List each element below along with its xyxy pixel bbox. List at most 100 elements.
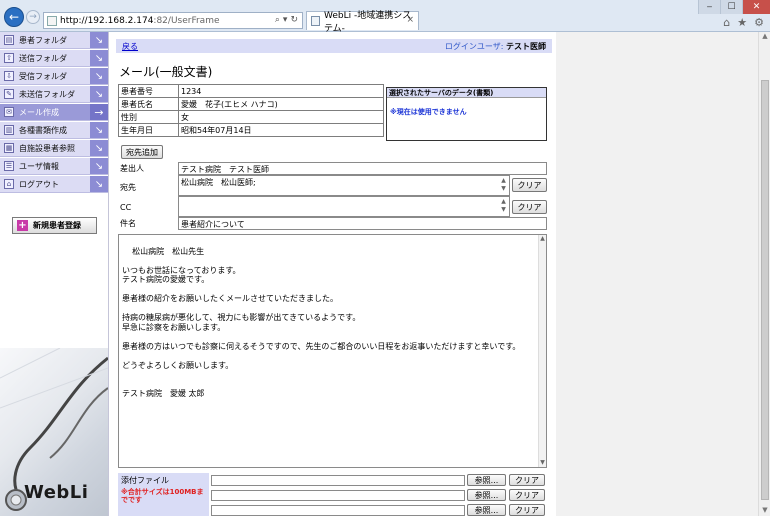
spinner-icon[interactable]: ▲ ▼	[500, 198, 507, 214]
page-scroll-up-icon[interactable]: ▲	[759, 32, 770, 42]
sidebar-item-label: ユーザ情報	[19, 161, 59, 171]
sidebar-item-label: 自施設患者参照	[19, 143, 75, 153]
spinner-icon[interactable]: ▲ ▼	[500, 177, 507, 193]
message-body-textarea[interactable]: 松山病院 松山先生 いつもお世話になっております。 テスト病院の愛媛です。 患者…	[118, 234, 547, 468]
attachments-label-cell: 添付ファイル ※合計サイズは100MBまでです	[118, 473, 209, 516]
attachments-label: 添付ファイル	[121, 476, 169, 485]
subject-field[interactable]: 患者紹介について	[178, 217, 547, 230]
new-patient-button[interactable]: + 新規患者登録	[12, 217, 97, 234]
tab-close-icon[interactable]: ×	[406, 15, 414, 25]
sidebar: ▤ 患者フォルダ ↘ ⇧ 送信フォルダ ↘ ⇩ 受信フォルダ ↘ ✎ 未送信フォ…	[0, 32, 109, 516]
sidebar-item-inbox-folder[interactable]: ⇩ 受信フォルダ ↘	[0, 68, 108, 85]
tab-title: WebLi -地域連携システム-	[323, 11, 412, 34]
arrow-icon: ↘	[90, 50, 108, 66]
right-margin-area	[556, 32, 758, 516]
page-scroll-down-icon[interactable]: ▼	[759, 506, 770, 516]
browser-chrome: ← → http://192.168.2.174:82/UserFrame ⌕ …	[0, 0, 770, 34]
page-scrollbar[interactable]: ▲ ▼	[758, 32, 770, 516]
refresh-icon[interactable]: ↻	[290, 15, 298, 25]
sidebar-item-label: ログアウト	[19, 179, 59, 189]
sidebar-item-user-info[interactable]: ☰ ユーザ情報 ↘	[0, 158, 108, 175]
patient-sex-label: 性別	[118, 110, 179, 124]
header-bar: 戻る ログインユーザ: テスト医師	[116, 39, 552, 53]
chevron-down-icon[interactable]: ▾	[283, 15, 288, 25]
scroll-up-icon[interactable]: ▲	[539, 235, 546, 243]
cc-clear-button[interactable]: クリア	[512, 200, 547, 214]
address-bar[interactable]: http://192.168.2.174:82/UserFrame ⌕ ▾ ↻	[43, 12, 303, 29]
login-user-label: ログインユーザ:	[444, 41, 504, 51]
patient-dob-label: 生年月日	[118, 123, 179, 137]
server-data-message: ※現在は使用できません	[390, 108, 467, 116]
browse-button[interactable]: 参照...	[467, 504, 506, 516]
mail-icon: ✉	[4, 107, 14, 117]
sidebar-item-label: 各種書類作成	[19, 125, 67, 135]
cc-field[interactable]: ▲ ▼	[178, 196, 510, 217]
hospital-icon: ▦	[4, 143, 14, 153]
sidebar-item-label: 受信フォルダ	[19, 71, 67, 81]
sidebar-item-sent-folder[interactable]: ⇧ 送信フォルダ ↘	[0, 50, 108, 67]
stethoscope-image: WebLi	[0, 348, 108, 516]
scroll-down-icon[interactable]: ▼	[539, 459, 546, 467]
browse-button[interactable]: 参照...	[467, 474, 506, 486]
settings-gear-icon[interactable]: ⚙	[754, 16, 764, 29]
attachment-clear-button[interactable]: クリア	[509, 489, 545, 501]
attachment-file-field[interactable]	[211, 505, 465, 516]
message-body-text: 松山病院 松山先生 いつもお世話になっております。 テスト病院の愛媛です。 患者…	[122, 246, 521, 399]
sidebar-item-facility-patients[interactable]: ▦ 自施設患者参照 ↘	[0, 140, 108, 157]
maximize-button[interactable]: ☐	[720, 0, 742, 14]
patient-name-label: 患者氏名	[118, 97, 179, 111]
search-icon[interactable]: ⌕	[275, 15, 280, 25]
browser-tab[interactable]: WebLi -地域連携システム- ×	[306, 11, 419, 34]
attachments-section: 添付ファイル ※合計サイズは100MBまでです 参照... クリア 参照... …	[118, 473, 547, 516]
sidebar-item-label: メール作成	[19, 107, 59, 117]
sidebar-item-logout[interactable]: ⌂ ログアウト ↘	[0, 176, 108, 193]
new-patient-label: 新規患者登録	[33, 221, 81, 230]
add-recipient-button[interactable]: 宛先追加	[121, 145, 163, 159]
attachment-file-field[interactable]	[211, 490, 465, 501]
attachment-clear-button[interactable]: クリア	[509, 474, 545, 486]
back-arrow-icon[interactable]: ←	[4, 7, 24, 27]
home-toolbar-icon[interactable]: ⌂	[723, 16, 730, 29]
body-scrollbar[interactable]: ▲ ▼	[538, 235, 546, 467]
table-row: 患者氏名 愛媛 花子(エヒメ ハナコ)	[118, 97, 384, 111]
to-value: 松山病院 松山医師;	[181, 178, 256, 187]
main-content: 戻る ログインユーザ: テスト医師 メール(一般文書) 患者番号 1234 患者…	[110, 32, 556, 516]
favorites-star-icon[interactable]: ★	[737, 16, 747, 29]
attachment-clear-button[interactable]: クリア	[509, 504, 545, 516]
sender-label: 差出人	[120, 164, 144, 173]
to-clear-button[interactable]: クリア	[512, 178, 547, 192]
minimize-button[interactable]: ‒	[698, 0, 720, 14]
patient-dob-value: 昭和54年07月14日	[178, 123, 384, 137]
url-path: :82/UserFrame	[153, 15, 220, 26]
sidebar-item-compose-mail[interactable]: ✉ メール作成 →	[0, 104, 108, 121]
download-icon: ⇩	[4, 71, 14, 81]
patient-id-value: 1234	[178, 84, 384, 98]
arrow-right-icon: →	[90, 104, 108, 120]
to-label: 宛先	[120, 183, 136, 192]
sidebar-item-label: 送信フォルダ	[19, 53, 67, 63]
server-data-header: 選択されたサーバのデータ(書類)	[387, 88, 546, 98]
url-host: http://192.168.2.174	[60, 15, 154, 26]
sidebar-item-unsent-folder[interactable]: ✎ 未送信フォルダ ↘	[0, 86, 108, 103]
sidebar-item-documents[interactable]: ▥ 各種書類作成 ↘	[0, 122, 108, 139]
upload-icon: ⇧	[4, 53, 14, 63]
table-row: 患者番号 1234	[118, 84, 384, 98]
to-field[interactable]: 松山病院 松山医師; ▲ ▼	[178, 175, 510, 196]
folder-icon: ▤	[4, 35, 14, 45]
sidebar-item-patient-folder[interactable]: ▤ 患者フォルダ ↘	[0, 32, 108, 49]
plus-icon: +	[17, 220, 28, 231]
home-icon: ⌂	[4, 179, 14, 189]
cc-row: CC ▲ ▼ クリア	[118, 196, 547, 217]
attachments-size-note: ※合計サイズは100MBまでです	[121, 488, 204, 504]
arrow-icon: ↘	[90, 158, 108, 174]
subject-label: 件名	[120, 219, 136, 228]
page-scroll-thumb[interactable]	[761, 80, 769, 500]
browse-button[interactable]: 参照...	[467, 489, 506, 501]
subject-row: 件名 患者紹介について	[118, 217, 547, 230]
server-data-box: 選択されたサーバのデータ(書類) ※現在は使用できません	[386, 87, 547, 141]
attachment-file-field[interactable]	[211, 475, 465, 486]
close-window-button[interactable]: ✕	[742, 0, 770, 14]
pencil-icon: ✎	[4, 89, 14, 99]
back-link[interactable]: 戻る	[122, 41, 138, 52]
forward-arrow-icon[interactable]: →	[26, 10, 40, 24]
